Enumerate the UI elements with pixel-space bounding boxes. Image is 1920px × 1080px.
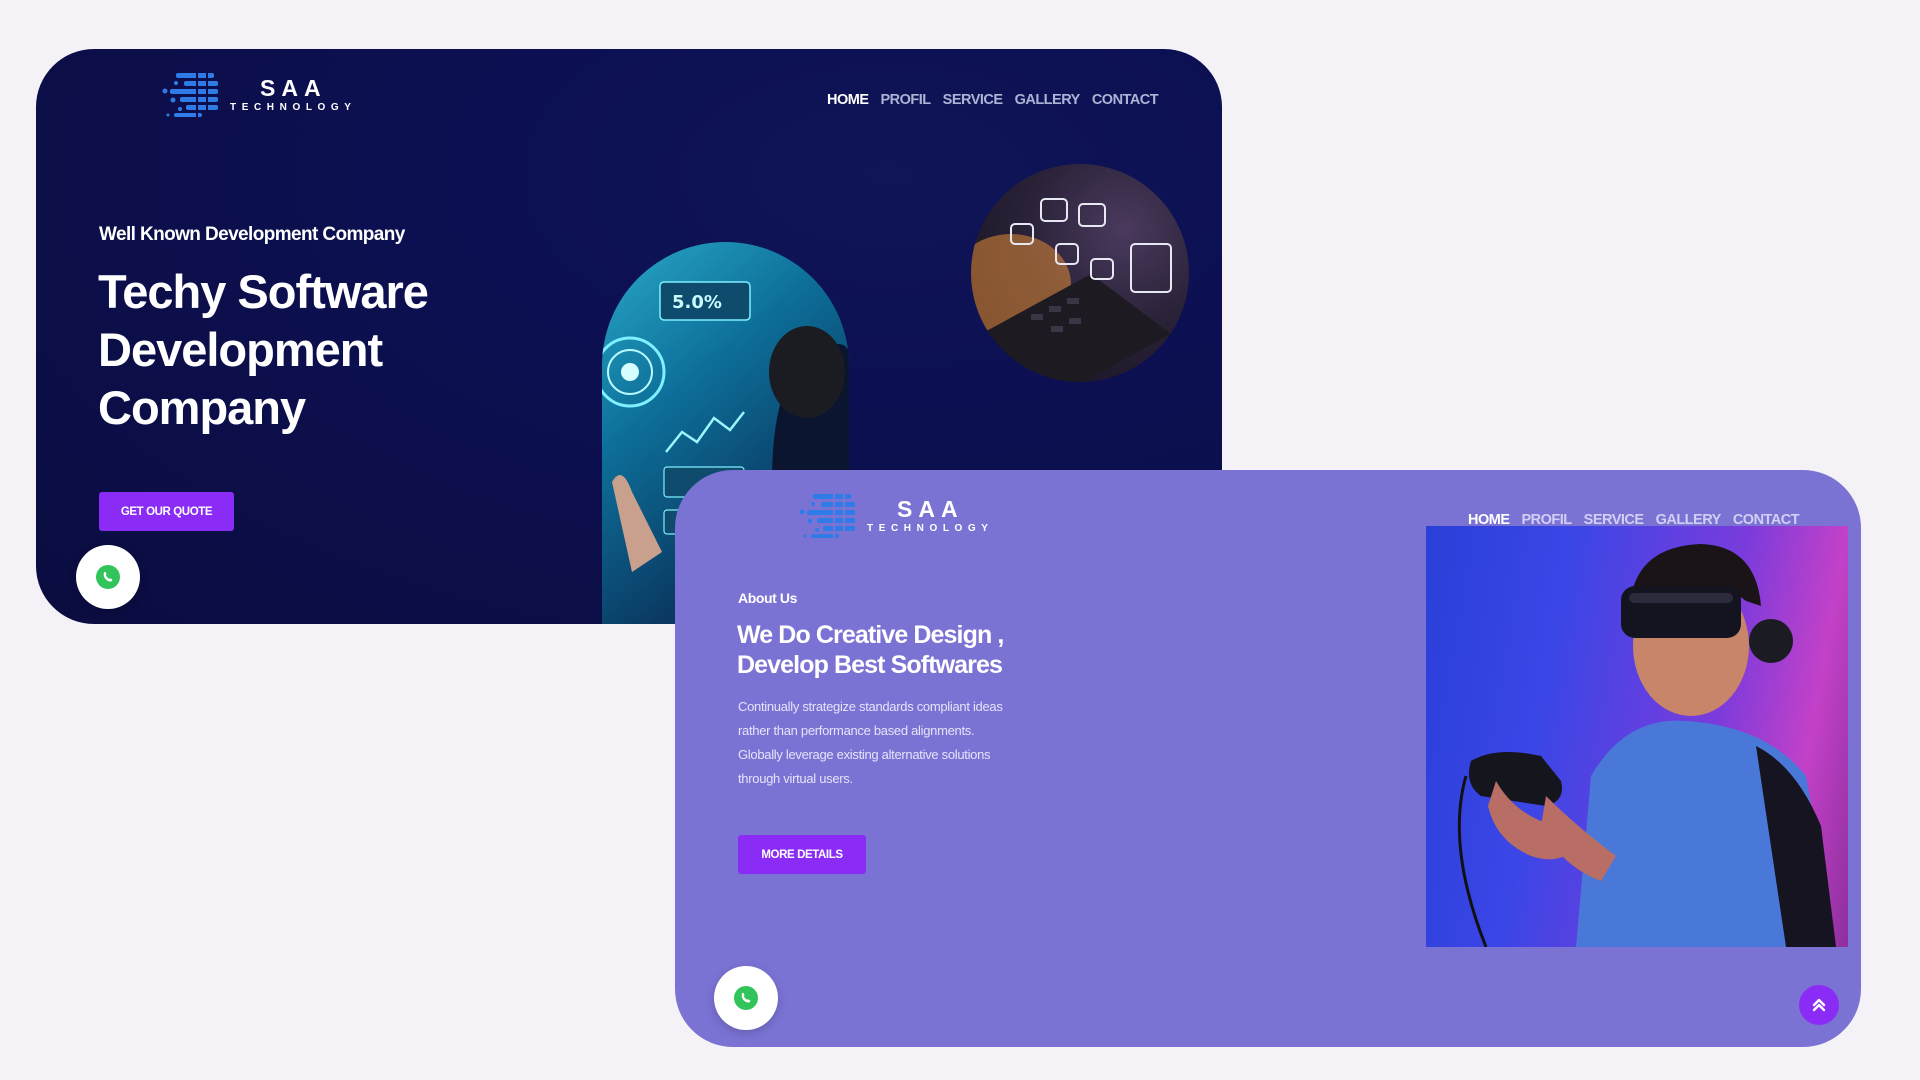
about-body: Continually strategize standards complia… [738,695,1003,791]
nav-service[interactable]: SERVICE [943,92,1003,108]
about-panel: SAA TECHNOLOGY HOME PROFIL SERVICE GALLE… [675,470,1861,1047]
logo-tagline: TECHNOLOGY [230,102,357,113]
nav-contact[interactable]: CONTACT [1092,92,1159,108]
svg-text:5.0%: 5.0% [672,292,722,313]
nav-profil[interactable]: PROFIL [881,92,932,108]
laptop-icons-image [971,164,1189,382]
hero-title-line: Development [98,323,383,376]
nav-home[interactable]: HOME [827,92,869,108]
logo-mark-icon [162,73,218,117]
logo-name: SAA [897,496,964,522]
logo[interactable]: SAA TECHNOLOGY [799,492,994,540]
get-quote-button[interactable]: GET OUR QUOTE [99,492,234,531]
double-chevron-up-icon [1812,998,1826,1012]
scroll-to-top-button[interactable] [1799,985,1839,1025]
logo-tagline: TECHNOLOGY [867,523,994,534]
about-body-line: Globally leverage existing alternative s… [738,747,991,762]
whatsapp-button[interactable] [76,545,140,609]
about-body-line: through virtual users. [738,771,853,786]
about-title-line: We Do Creative Design , [737,621,1004,649]
logo-name: SAA [260,75,327,101]
about-title: We Do Creative Design , Develop Best Sof… [737,620,1004,680]
hero-title-line: Company [98,381,306,434]
nav-gallery[interactable]: GALLERY [1015,92,1081,108]
whatsapp-icon [96,565,120,589]
logo[interactable]: SAA TECHNOLOGY [162,71,357,119]
whatsapp-button[interactable] [714,966,778,1030]
about-title-line: Develop Best Softwares [737,651,1003,679]
vr-gamer-image [1426,526,1848,947]
whatsapp-icon [734,986,758,1010]
more-details-button[interactable]: MORE DETAILS [738,835,866,874]
hero-title-line: Techy Software [98,265,429,318]
about-body-line: Continually strategize standards complia… [738,699,1003,714]
hero-tagline: Well Known Development Company [99,224,405,245]
main-nav: HOME PROFIL SERVICE GALLERY CONTACT [827,92,1159,108]
logo-mark-icon [799,494,855,538]
about-eyebrow: About Us [738,590,798,606]
hero-title: Techy Software Development Company [98,263,429,437]
about-body-line: rather than performance based alignments… [738,723,975,738]
